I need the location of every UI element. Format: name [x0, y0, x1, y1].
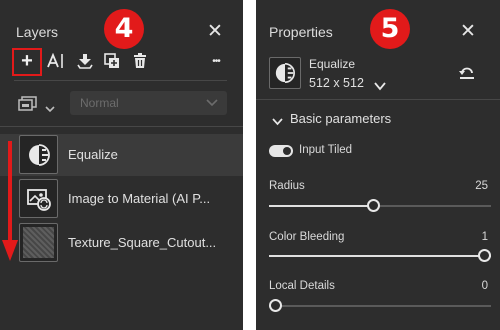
add-layer-button[interactable]: + — [16, 50, 38, 72]
input-tiled-label: Input Tiled — [299, 144, 353, 156]
duplicate-button[interactable] — [101, 50, 123, 72]
layers-panel: Layers ✕ 4 + ••• Normal Equalize Image t… — [0, 0, 243, 330]
layer-thumbnail — [19, 223, 58, 262]
chevron-down-icon — [272, 118, 283, 126]
blend-divider — [0, 126, 243, 127]
filter-size-dropdown[interactable] — [374, 78, 386, 96]
mask-dropdown-chevron[interactable] — [45, 100, 55, 118]
layer-row-texture[interactable]: Texture_Square_Cutout... — [0, 222, 243, 264]
chevron-down-icon — [374, 82, 386, 91]
section-collapse-toggle[interactable] — [272, 113, 283, 131]
text-layer-icon — [47, 53, 63, 68]
properties-close-button[interactable]: ✕ — [460, 22, 476, 41]
chevron-down-icon — [45, 106, 55, 113]
image-to-material-icon — [26, 188, 51, 211]
blend-mode-select[interactable]: Normal — [70, 91, 227, 115]
layer-mask-icon — [18, 96, 37, 111]
duplicate-icon — [104, 53, 119, 68]
color-bleeding-slider-handle[interactable] — [478, 249, 491, 262]
import-button[interactable] — [74, 50, 96, 72]
reset-button[interactable] — [459, 66, 475, 85]
layer-thumbnail — [19, 135, 58, 174]
texture-thumbnail — [23, 227, 54, 258]
radius-slider-handle[interactable] — [367, 199, 380, 212]
layers-close-button[interactable]: ✕ — [207, 22, 223, 41]
delete-icon — [134, 53, 146, 68]
local-details-value: 0 — [481, 280, 488, 292]
equalize-icon — [28, 143, 50, 166]
reset-icon — [459, 67, 474, 79]
blend-mode-value: Normal — [80, 96, 119, 110]
annotation-arrow-shaft — [8, 141, 12, 243]
properties-panel: Properties ✕ 5 Equalize 512 x 512 Basic … — [256, 0, 500, 330]
delete-button[interactable] — [129, 50, 151, 72]
equalize-icon — [275, 63, 295, 83]
toolbar-divider — [14, 80, 227, 81]
color-bleeding-slider-fill — [269, 255, 491, 257]
toggle-knob — [283, 147, 291, 155]
more-icon: ••• — [212, 55, 220, 67]
radius-slider[interactable] — [269, 199, 491, 212]
color-bleeding-label: Color Bleeding — [269, 231, 345, 243]
color-bleeding-slider[interactable] — [269, 249, 491, 262]
add-layer-icon: + — [21, 49, 33, 72]
more-options-button[interactable]: ••• — [202, 50, 230, 72]
local-details-slider-handle[interactable] — [269, 299, 282, 312]
layer-label: Equalize — [68, 147, 118, 162]
annotation-badge-4: 4 — [104, 9, 144, 49]
layer-label: Texture_Square_Cutout... — [68, 235, 217, 250]
filter-name: Equalize — [309, 57, 356, 71]
radius-label: Radius — [269, 180, 305, 192]
layers-title: Layers — [16, 24, 59, 40]
chevron-down-icon — [206, 99, 218, 107]
radius-slider-fill — [269, 205, 373, 207]
layer-mask-button[interactable] — [18, 95, 38, 116]
header-divider — [256, 99, 500, 100]
radius-value: 25 — [475, 180, 488, 192]
properties-title: Properties — [269, 24, 333, 40]
layer-row-image-to-material[interactable]: Image to Material (AI P... — [0, 178, 243, 220]
layer-label: Image to Material (AI P... — [68, 191, 211, 206]
layer-thumbnail — [19, 179, 58, 218]
filter-thumbnail — [269, 57, 301, 89]
input-tiled-toggle[interactable] — [269, 145, 293, 157]
text-layer-button[interactable] — [45, 50, 67, 72]
local-details-label: Local Details — [269, 280, 335, 292]
annotation-arrow-head — [2, 240, 18, 261]
annotation-badge-5: 5 — [370, 9, 410, 49]
section-title: Basic parameters — [290, 111, 392, 126]
local-details-slider[interactable] — [269, 299, 491, 312]
layer-row-equalize[interactable]: Equalize — [0, 134, 243, 176]
filter-size: 512 x 512 — [309, 76, 364, 90]
import-icon — [77, 54, 93, 69]
color-bleeding-value: 1 — [481, 231, 488, 243]
